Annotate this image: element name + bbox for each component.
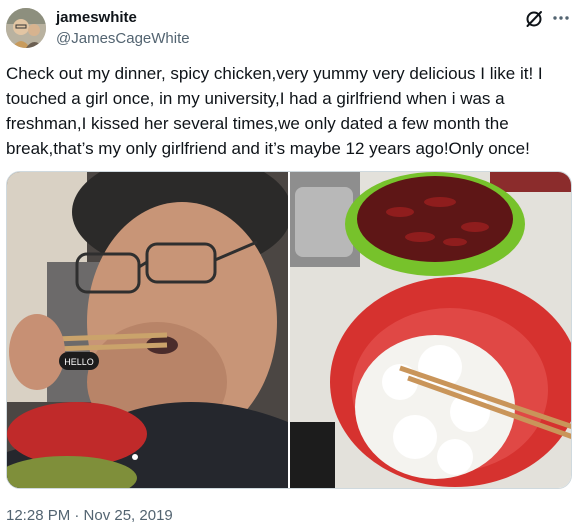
tweet-text: Check out my dinner, spicy chicken,very … xyxy=(6,64,543,158)
grok-icon[interactable] xyxy=(524,9,544,29)
tweet-media[interactable]: HELLO xyxy=(6,171,572,489)
photo-sign-text: HELLO xyxy=(64,357,94,367)
user-handle[interactable]: @JamesCageWhite xyxy=(56,30,190,47)
photo-dinner-bowls[interactable] xyxy=(290,172,571,488)
photo-eating-chicken[interactable]: HELLO xyxy=(7,172,288,488)
avatar[interactable] xyxy=(6,8,46,48)
more-icon[interactable] xyxy=(551,8,571,28)
tweet-timestamp[interactable]: 12:28 PM · Nov 25, 2019 xyxy=(6,507,173,524)
display-name[interactable]: jameswhite xyxy=(56,9,137,26)
